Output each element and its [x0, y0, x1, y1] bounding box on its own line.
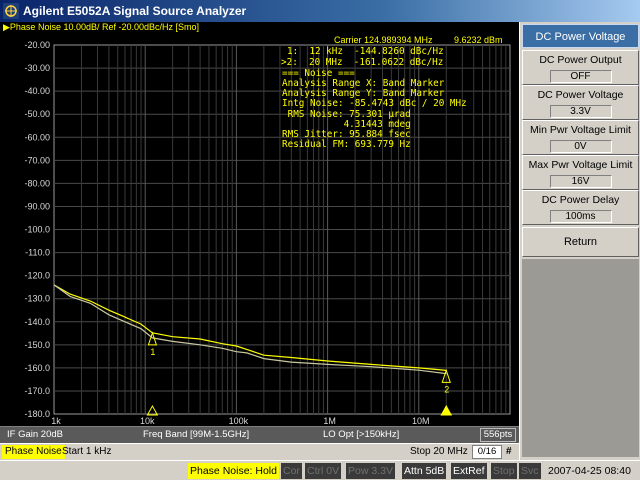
- softkey-label: Min Pwr Voltage Limit: [530, 124, 631, 136]
- carrier-frequency: Carrier 124.989394 MHz: [334, 35, 433, 45]
- softkey-dc-power-output[interactable]: DC Power Output OFF: [522, 50, 639, 85]
- stop-frequency[interactable]: Stop 20 MHz: [410, 445, 468, 459]
- status-svc: Svc: [519, 463, 541, 479]
- y-tick-label: -60.00: [24, 132, 50, 142]
- y-tick-label: -20.00: [24, 40, 50, 50]
- title-bar: Agilent E5052A Signal Source Analyzer: [0, 0, 640, 22]
- x-tick-label: 10k: [140, 416, 155, 426]
- residual-fm: Residual FM: 693.779 Hz: [282, 139, 411, 150]
- softkey-dc-power-delay[interactable]: DC Power Delay 100ms: [522, 190, 639, 225]
- y-tick-label: -30.00: [24, 63, 50, 73]
- y-tick-label: -180.0: [24, 409, 50, 419]
- y-tick-label: -160.0: [24, 363, 50, 373]
- status-hold[interactable]: Phase Noise: Hold: [188, 463, 279, 479]
- trace-window[interactable]: -20.00 -30.00 -40.00 -50.00 -60.00 -70.00 -80.…: [0, 22, 519, 443]
- softkey-min-pwr-voltage-limit[interactable]: Min Pwr Voltage Limit 0V: [522, 120, 639, 155]
- y-tick-label: -130.0: [24, 294, 50, 304]
- status-bar: Phase Noise: Hold Cor Ctrl 0V Pow 3.3V A…: [0, 460, 640, 480]
- marker-2-label: 2: [444, 384, 449, 394]
- softkey-value: OFF: [549, 70, 612, 83]
- channel-info-strip: IF Gain 20dB Freq Band [99M-1.5GHz] LO O…: [0, 426, 519, 443]
- x-tick-label: 1k: [51, 416, 61, 426]
- trace-header: ▶Phase Noise 10.00dB/ Ref -20.00dBc/Hz […: [3, 22, 199, 35]
- softkey-menu-title: DC Power Voltage: [522, 24, 639, 48]
- softkey-menu: DC Power Voltage DC Power Output OFF DC …: [519, 22, 640, 460]
- y-tick-label: -150.0: [24, 340, 50, 350]
- measurement-bar: Phase Noise Start 1 kHz Stop 20 MHz 0/16…: [0, 443, 519, 460]
- x-tick-label: 10M: [412, 416, 430, 426]
- y-tick-label: -170.0: [24, 386, 50, 396]
- softkey-label: DC Power Voltage: [537, 89, 624, 101]
- y-tick-label: -40.00: [24, 86, 50, 96]
- marker-2-readout: >2: 20 MHz -161.0622 dBc/Hz: [281, 57, 443, 68]
- y-tick-label: -120.0: [24, 271, 50, 281]
- freq-band-info[interactable]: Freq Band [99M-1.5GHz]: [140, 428, 252, 442]
- marker-1-label: 1: [150, 347, 155, 357]
- phase-noise-chart[interactable]: -20.00 -30.00 -40.00 -50.00 -60.00 -70.00 -80.…: [0, 22, 519, 426]
- softkey-value: 16V: [549, 175, 612, 188]
- y-tick-label: -140.0: [24, 317, 50, 327]
- window-title: Agilent E5052A Signal Source Analyzer: [23, 4, 247, 18]
- carrier-power: 9.6232 dBm: [454, 35, 503, 45]
- softkey-value: 3.3V: [549, 105, 612, 118]
- y-tick-label: -90.00: [24, 201, 50, 211]
- softkey-label: Max Pwr Voltage Limit: [528, 159, 633, 171]
- softkey-value: 0V: [549, 140, 612, 153]
- return-button[interactable]: Return: [522, 227, 639, 257]
- hash-indicator: #: [506, 446, 512, 457]
- y-tick-label: -70.00: [24, 155, 50, 165]
- x-tick-label: 1M: [323, 416, 336, 426]
- status-ctrl: Ctrl 0V: [305, 463, 342, 479]
- analyzer-window: Agilent E5052A Signal Source Analyzer -2…: [0, 0, 640, 480]
- measurement-mode[interactable]: Phase Noise: [2, 445, 65, 459]
- x-tick-label: 100k: [229, 416, 249, 426]
- trace-line-1: [53, 284, 447, 371]
- softkey-dc-power-voltage[interactable]: DC Power Voltage 3.3V: [522, 85, 639, 120]
- status-datetime: 2007-04-25 08:40: [548, 465, 631, 477]
- band-marker-2-icon: [440, 404, 453, 416]
- softkey-value: 100ms: [549, 210, 612, 223]
- softkey-empty-area: [522, 259, 639, 457]
- status-cor: Cor: [281, 463, 302, 479]
- lo-opt-info[interactable]: LO Opt [>150kHz]: [320, 428, 402, 442]
- points-info[interactable]: 556pts: [480, 428, 516, 442]
- start-frequency[interactable]: Start 1 kHz: [62, 445, 111, 459]
- segment-page-indicator[interactable]: 0/16: [472, 445, 502, 459]
- if-gain-info[interactable]: IF Gain 20dB: [4, 428, 66, 442]
- status-attn: Attn 5dB: [402, 463, 447, 479]
- status-stop: Stop: [491, 463, 517, 479]
- softkey-label: DC Power Delay: [541, 194, 620, 206]
- active-trace-arrow-icon: ▶: [3, 22, 10, 32]
- softkey-label: DC Power Output: [539, 54, 622, 66]
- marker-1-readout: 1: 12 kHz -144.8260 dBc/Hz: [287, 46, 444, 57]
- softkey-max-pwr-voltage-limit[interactable]: Max Pwr Voltage Limit 16V: [522, 155, 639, 190]
- integrated-noise: Intg Noise: -85.4743 dBc / 20 MHz: [282, 98, 467, 109]
- status-extref: ExtRef: [451, 463, 487, 479]
- status-pow: Pow 3.3V: [346, 463, 395, 479]
- y-tick-label: -50.00: [24, 109, 50, 119]
- y-tick-label: -100.0: [24, 225, 50, 235]
- y-tick-label: -110.0: [25, 248, 50, 258]
- y-tick-label: -80.00: [24, 178, 50, 188]
- agilent-logo-icon: [3, 3, 19, 19]
- trace-header-text: Phase Noise 10.00dB/ Ref -20.00dBc/Hz [S…: [9, 22, 200, 32]
